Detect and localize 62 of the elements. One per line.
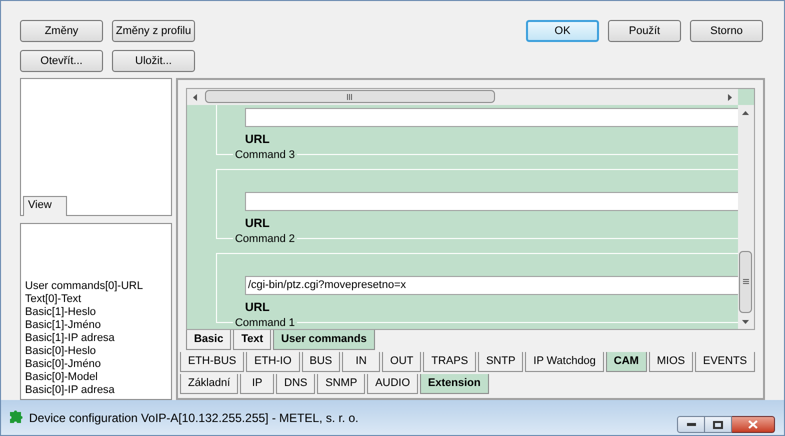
field-label: URL bbox=[244, 216, 270, 230]
window-title: Device configuration VoIP-A[10.132.255.255] - METEL, s. r. o. bbox=[29, 410, 359, 426]
close-icon bbox=[748, 420, 758, 429]
tab[interactable]: User commands bbox=[273, 330, 375, 350]
close-button[interactable] bbox=[732, 416, 775, 433]
tab[interactable]: OUT bbox=[382, 352, 422, 372]
list-item[interactable]: Basic[1]-IP adresa bbox=[25, 332, 167, 345]
url-field[interactable]: /cgi-bin/ptz.cgi?movepresetno=x bbox=[244, 276, 738, 295]
tab[interactable]: Basic bbox=[186, 330, 232, 350]
tab[interactable]: Extension bbox=[420, 374, 489, 394]
list-item[interactable]: Basic[0]-Model bbox=[25, 371, 167, 384]
tab[interactable]: SNMP bbox=[317, 374, 366, 394]
dialog-button[interactable]: Změny z profilu bbox=[112, 20, 195, 42]
scrollbar-thumb[interactable] bbox=[204, 90, 495, 103]
tab[interactable]: ETH-BUS bbox=[180, 352, 244, 372]
tab[interactable]: CAM bbox=[606, 352, 647, 372]
maximize-button[interactable] bbox=[705, 416, 732, 433]
dialog-button[interactable]: Otevřít... bbox=[20, 50, 103, 72]
view-tab[interactable]: View bbox=[23, 196, 67, 216]
tab[interactable]: BUS bbox=[302, 352, 340, 372]
left-arrow-icon[interactable] bbox=[192, 94, 197, 101]
url-field[interactable] bbox=[244, 192, 738, 211]
list-item[interactable]: Basic[0]-IP adresa bbox=[25, 384, 167, 397]
tab[interactable]: Text bbox=[233, 330, 272, 350]
grip-icon bbox=[346, 94, 353, 100]
tab[interactable]: TRAPS bbox=[423, 352, 476, 372]
dialog-button[interactable]: OK bbox=[526, 20, 599, 42]
tab[interactable]: IP bbox=[240, 374, 274, 394]
list-item[interactable]: Basic[1]-Jméno bbox=[25, 319, 167, 332]
field-label: URL bbox=[244, 300, 270, 314]
list-item[interactable]: Text[0]-Text bbox=[25, 293, 167, 306]
tab[interactable]: MIOS bbox=[648, 352, 693, 372]
horizontal-scrollbar[interactable] bbox=[186, 89, 738, 105]
right-arrow-icon[interactable] bbox=[728, 94, 732, 101]
tab[interactable]: IN bbox=[342, 352, 380, 372]
down-arrow-icon[interactable] bbox=[742, 320, 749, 324]
minimize-button[interactable] bbox=[677, 416, 705, 433]
dialog-button[interactable]: Uložit... bbox=[112, 50, 195, 72]
tab[interactable]: AUDIO bbox=[367, 374, 418, 394]
up-arrow-icon[interactable] bbox=[742, 111, 749, 115]
url-field[interactable] bbox=[244, 108, 738, 127]
vertical-scrollbar[interactable] bbox=[738, 105, 754, 329]
puzzle-icon bbox=[8, 410, 23, 425]
list-item[interactable]: Basic[0]-Heslo bbox=[25, 345, 167, 358]
tab[interactable]: SNTP bbox=[478, 352, 524, 372]
tab[interactable]: Základní bbox=[180, 374, 238, 394]
dialog-button[interactable]: Změny bbox=[20, 20, 103, 42]
dialog-button[interactable]: Storno bbox=[690, 20, 763, 42]
minimize-icon bbox=[686, 423, 696, 426]
scrollbar-thumb[interactable] bbox=[739, 251, 752, 313]
list-item[interactable]: User commands[0]-URL bbox=[25, 280, 167, 293]
tab[interactable]: ETH-IO bbox=[246, 352, 300, 372]
tab[interactable]: DNS bbox=[276, 374, 316, 394]
restore-icon bbox=[713, 420, 723, 428]
tab[interactable]: EVENTS bbox=[694, 352, 755, 372]
tab[interactable]: IP Watchdog bbox=[525, 352, 604, 372]
list-item[interactable]: Basic[1]-Heslo bbox=[25, 306, 167, 319]
field-label: URL bbox=[244, 132, 270, 146]
list-item[interactable]: Basic[0]-Jméno bbox=[25, 358, 167, 371]
dialog-button[interactable]: Použít bbox=[608, 20, 681, 42]
group-title: Command 1 bbox=[232, 316, 297, 329]
grip-icon bbox=[742, 279, 748, 285]
